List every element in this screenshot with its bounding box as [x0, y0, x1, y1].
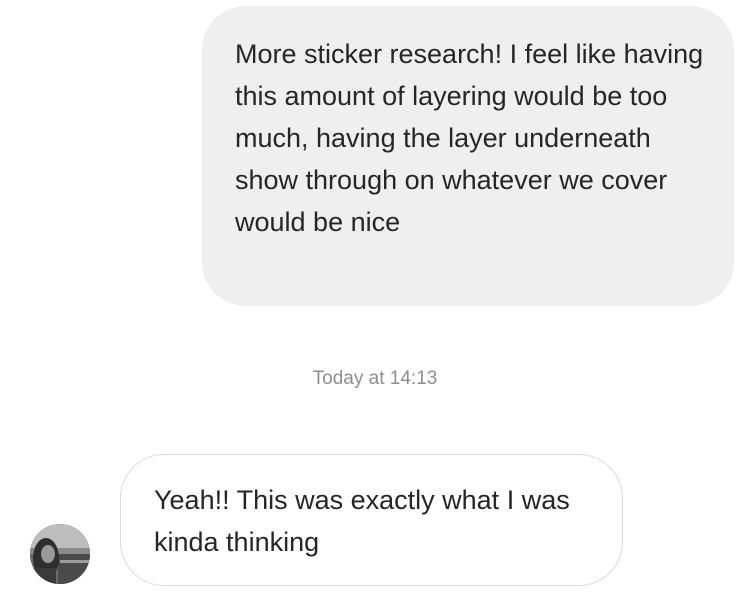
received-message-bubble[interactable]: Yeah!! This was exactly what I was kinda…: [120, 454, 623, 586]
sent-message-bubble[interactable]: More sticker research! I feel like havin…: [202, 6, 734, 306]
message-timestamp: Today at 14:13: [312, 368, 438, 389]
message-thread: More sticker research! I feel like havin…: [0, 0, 750, 592]
sent-message-text: More sticker research! I feel like havin…: [235, 39, 704, 237]
sender-avatar[interactable]: [30, 524, 90, 584]
profile-photo-avatar-icon: [30, 524, 90, 584]
received-message-text: Yeah!! This was exactly what I was kinda…: [154, 485, 570, 557]
